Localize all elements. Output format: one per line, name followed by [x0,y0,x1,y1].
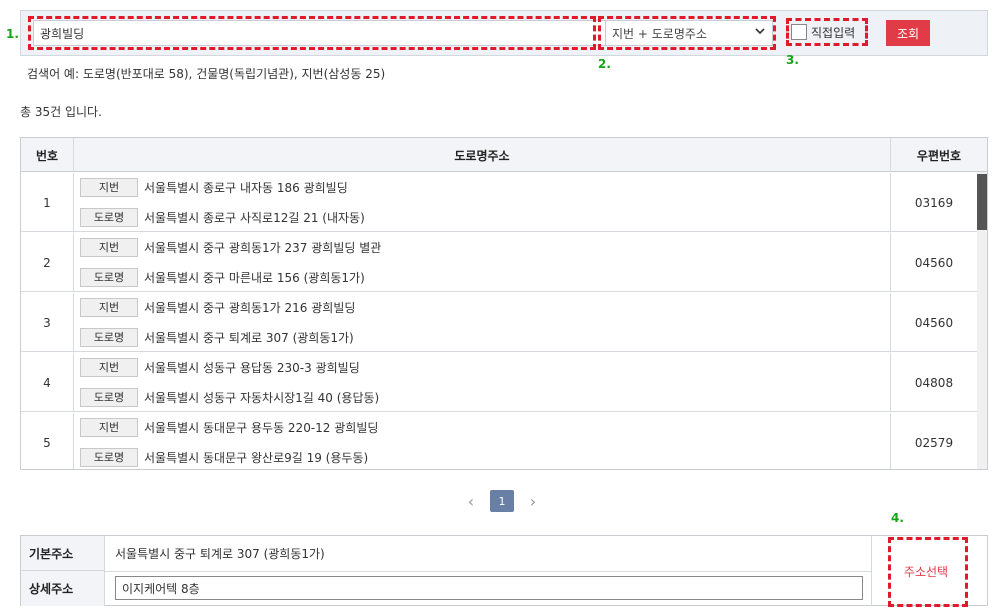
jibun-address-link[interactable]: 서울특별시 중구 광희동1가 216 광희빌딩 [144,299,355,316]
jibun-address-link[interactable]: 서울특별시 중구 광희동1가 237 광희빌딩 별관 [144,239,381,256]
row-address: 지번 서울특별시 종로구 내자동 186 광희빌딩 도로명 서울특별시 종로구 사직… [74,173,891,232]
result-count: 총 35건 입니다. [20,105,102,119]
road-address-link[interactable]: 서울특별시 성동구 자동차시장1길 40 (용답동) [144,389,379,406]
tag-jibun: 지번 [80,297,138,317]
row-zipcode: 04808 [914,375,954,390]
annotation-marker-3: 3. [786,53,799,67]
chevron-left-icon[interactable]: ‹ [464,492,478,511]
detail-address-input[interactable] [115,576,863,600]
pagination: ‹ 1 › [464,490,540,512]
table-row[interactable]: 5 지번 서울특별시 동대문구 용두동 220-12 광희빌딩 도로명 서울특별시 … [21,413,977,469]
annotation-marker-4: 4. [891,511,904,525]
table-row[interactable]: 2 지번 서울특별시 중구 광희동1가 237 광희빌딩 별관 도로명 서울특별시 … [21,233,977,292]
row-zipcode: 02579 [914,435,954,450]
tag-road: 도로명 [80,447,138,467]
road-address-link[interactable]: 서울특별시 종로구 사직로12길 21 (내자동) [144,209,365,226]
row-number: 3 [21,293,74,352]
table-scroll-thumb[interactable] [977,174,987,230]
detail-address-label: 상세주소 [21,571,105,606]
highlight-search-input [28,16,596,50]
column-divider [871,536,872,606]
header-road-address: 도로명주소 [74,138,891,172]
jibun-address-link[interactable]: 서울특별시 성동구 용답동 230-3 광희빌딩 [144,359,360,376]
road-address-link[interactable]: 서울특별시 중구 마른내로 156 (광희동1가) [144,269,365,286]
table-row[interactable]: 3 지번 서울특별시 중구 광희동1가 216 광희빌딩 도로명 서울특별시 중구 … [21,293,977,352]
tag-road: 도로명 [80,267,138,287]
tag-jibun: 지번 [80,237,138,257]
chevron-right-icon[interactable]: › [526,492,540,511]
tag-jibun: 지번 [80,357,138,377]
page-button-current[interactable]: 1 [490,490,514,512]
results-table: 번호 도로명주소 우편번호 1 지번 서울특별시 종로구 내자동 186 광희빌딩… [20,137,988,470]
jibun-address-link[interactable]: 서울특별시 종로구 내자동 186 광희빌딩 [144,179,348,196]
row-number: 1 [21,173,74,232]
tag-jibun: 지번 [80,417,138,437]
road-address-link[interactable]: 서울특별시 중구 퇴계로 307 (광희동1가) [144,329,354,346]
row-number: 2 [21,233,74,292]
row-address: 지번 서울특별시 동대문구 용두동 220-12 광희빌딩 도로명 서울특별시 동대… [74,413,891,469]
row-zipcode: 04560 [914,315,954,330]
annotation-marker-1: 1. [6,27,19,41]
road-address-link[interactable]: 서울특별시 동대문구 왕산로9길 19 (용두동) [144,449,368,466]
table-header: 번호 도로명주소 우편번호 [21,138,987,172]
table-row[interactable]: 1 지번 서울특별시 종로구 내자동 186 광희빌딩 도로명 서울특별시 종로구 … [21,173,977,232]
basic-address-value: 서울특별시 중구 퇴계로 307 (광희동1가) [115,547,325,561]
header-no: 번호 [21,138,74,172]
row-divider [105,571,871,572]
highlight-select-button [888,537,968,607]
highlight-search-type [598,16,776,50]
highlight-direct-input [786,18,868,46]
basic-address-label: 기본주소 [21,536,105,571]
row-number: 4 [21,353,74,412]
search-hint: 검색어 예: 도로명(반포대로 58), 건물명(독립기념관), 지번(삼성동 … [27,67,386,81]
row-number: 5 [21,413,74,469]
row-zipcode: 03169 [914,195,954,210]
search-button[interactable]: 조회 [886,20,930,46]
tag-road: 도로명 [80,387,138,407]
tag-road: 도로명 [80,327,138,347]
row-address: 지번 서울특별시 중구 광희동1가 237 광희빌딩 별관 도로명 서울특별시 중구… [74,233,891,292]
row-address: 지번 서울특별시 성동구 용답동 230-3 광희빌딩 도로명 서울특별시 성동구 … [74,353,891,412]
row-address: 지번 서울특별시 중구 광희동1가 216 광희빌딩 도로명 서울특별시 중구 퇴계… [74,293,891,352]
header-zipcode: 우편번호 [916,148,962,163]
jibun-address-link[interactable]: 서울특별시 동대문구 용두동 220-12 광희빌딩 [144,419,378,436]
annotation-marker-2: 2. [598,57,611,71]
table-row[interactable]: 4 지번 서울특별시 성동구 용답동 230-3 광희빌딩 도로명 서울특별시 성동… [21,353,977,412]
selected-address-panel: 기본주소 서울특별시 중구 퇴계로 307 (광희동1가) 상세주소 [20,535,988,606]
tag-jibun: 지번 [80,177,138,197]
tag-road: 도로명 [80,207,138,227]
row-zipcode: 04560 [914,255,954,270]
